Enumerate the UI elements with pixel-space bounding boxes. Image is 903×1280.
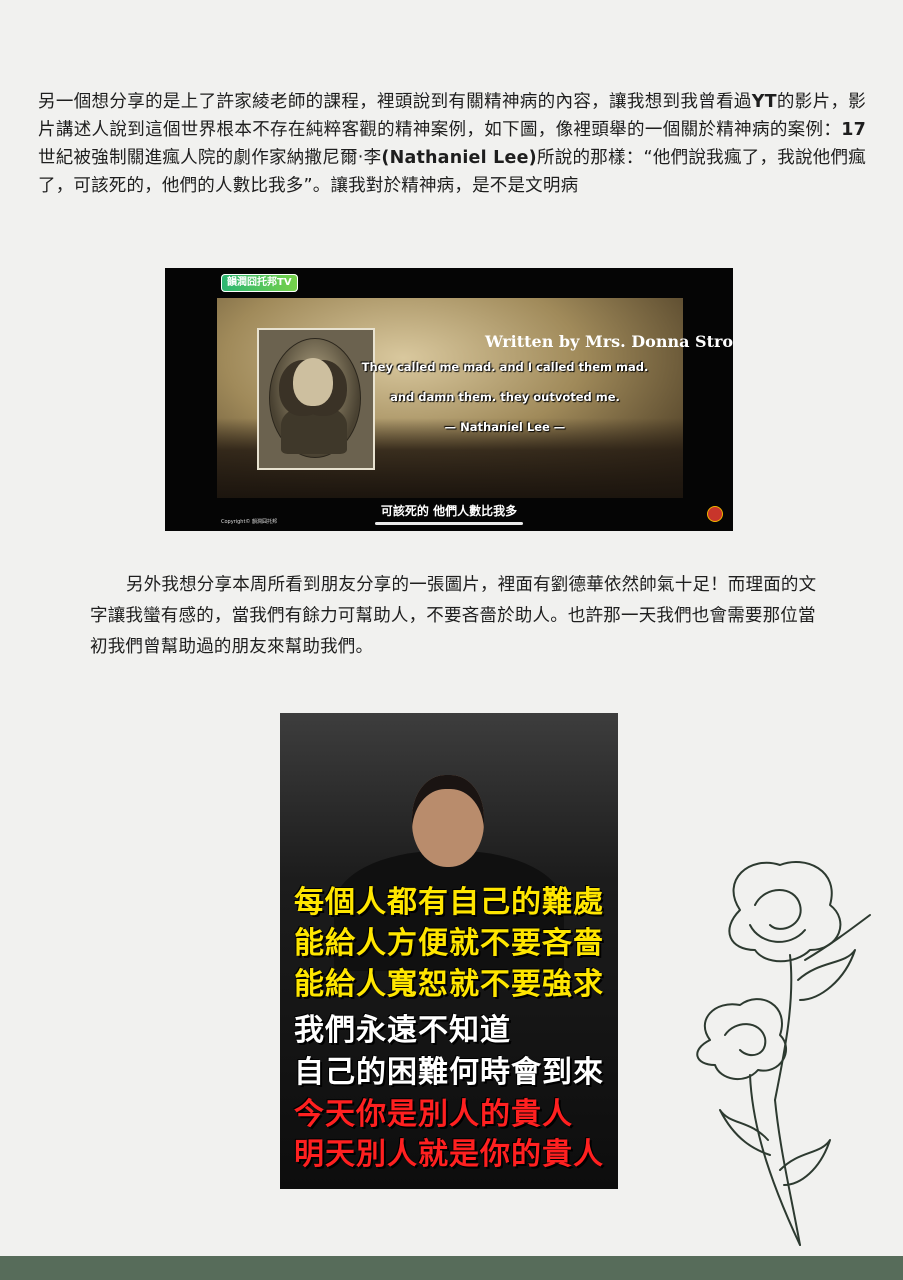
poster-figure-head	[412, 775, 484, 867]
portrait-body	[281, 406, 347, 454]
subtitle-underline	[375, 522, 523, 525]
andy-lau-quote-poster: 每個人都有自己的難處 能給人方便就不要吝嗇 能給人寬恕就不要強求 我們永遠不知道…	[280, 713, 618, 1189]
para1-bold-yt: YT	[751, 92, 777, 112]
quote-line-1: They called me mad. and I called them ma…	[361, 360, 649, 374]
poster-line-6: 今天你是別人的貴人	[294, 1097, 573, 1132]
para1-text-c: 世紀被強制關進瘋人院的劇作家納撒尼爾‧李	[38, 148, 382, 168]
para2-text: 另外我想分享本周所看到朋友分享的一張圖片，裡面有劉德華依然帥氣十足！而理面的文字…	[90, 575, 817, 657]
poster-line-7: 明天別人就是你的貴人	[294, 1137, 604, 1172]
quote-attribution: — Nathaniel Lee —	[444, 420, 566, 434]
poster-line-5: 自己的困難何時會到來	[294, 1055, 604, 1090]
poster-line-1: 每個人都有自己的難處	[294, 885, 604, 920]
video-screenshot: 韻潤囧托邦TV They called me mad. and I called…	[165, 268, 733, 531]
video-copyright: Copyright© 韻潤囧托邦	[221, 519, 278, 525]
poster-line-4: 我們永遠不知道	[294, 1013, 511, 1048]
para1-bold-17: 17	[841, 120, 866, 140]
video-subtitle: 可該死的 他們人數比我多	[380, 504, 518, 518]
article-paragraph-2: 另外我想分享本周所看到朋友分享的一張圖片，裡面有劉德華依然帥氣十足！而理面的文字…	[90, 570, 820, 663]
poster-line-2: 能給人方便就不要吝嗇	[294, 926, 604, 961]
written-by-watermark: Written by Mrs. Donna Stroupe	[485, 332, 733, 351]
poster-line-3: 能給人寬恕就不要強求	[294, 967, 604, 1002]
channel-logo: 韻潤囧托邦TV	[221, 274, 298, 292]
rose-line-art-icon	[696, 860, 871, 1246]
channel-badge-icon	[707, 506, 723, 522]
quote-line-2: and damn them. they outvoted me.	[390, 390, 620, 404]
portrait-head	[293, 358, 333, 406]
para1-bold-name: (Nathaniel Lee)	[381, 148, 537, 168]
article-paragraph-1: 另一個想分享的是上了許家綾老師的課程，裡頭說到有關精神病的內容，讓我想到我曾看過…	[38, 88, 866, 200]
para1-text-a: 另一個想分享的是上了許家綾老師的課程，裡頭說到有關精神病的內容，讓我想到我曾看過	[38, 92, 752, 112]
footer-band	[0, 1256, 903, 1280]
